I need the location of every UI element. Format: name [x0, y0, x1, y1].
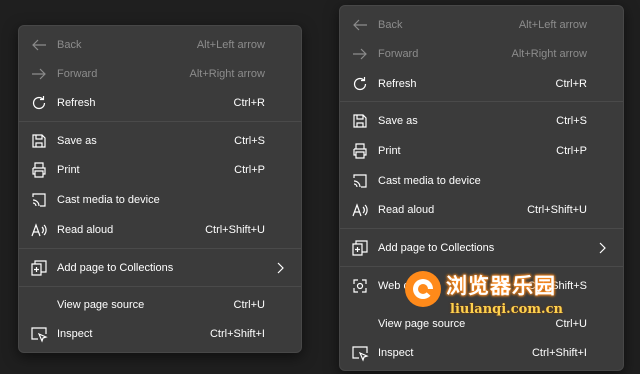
menu-item-label: Add page to Collections — [378, 242, 495, 254]
menu-item-cast[interactable]: Cast media to device — [19, 186, 301, 214]
menu-item-label: Save as — [378, 115, 418, 127]
menu-item-label: Inspect — [378, 347, 414, 359]
menu-item-shortcut: Alt+Right arrow — [511, 48, 587, 60]
menu-item-shortcut: Ctrl+P — [234, 164, 265, 176]
menu-item-collections[interactable]: Add page to Collections — [19, 254, 301, 282]
menu-item-shortcut: Alt+Left arrow — [196, 39, 265, 51]
inspect-icon — [30, 326, 48, 343]
arrow-right-icon — [351, 46, 369, 62]
menu-item-label: Back — [57, 39, 82, 51]
menu-item-print[interactable]: Print Ctrl+P — [340, 137, 623, 165]
inspect-icon — [351, 345, 369, 362]
menu-item-read-aloud[interactable]: Read aloud Ctrl+Shift+U — [340, 196, 623, 224]
refresh-icon — [351, 76, 369, 92]
menu-item-label: Read aloud — [57, 224, 114, 236]
menu-item-shortcut: Ctrl+S — [556, 115, 587, 127]
menu-item-shortcut: Ctrl+Shift+U — [527, 204, 587, 216]
cast-icon — [351, 173, 369, 189]
menu-item-shortcut: Ctrl+Shift+I — [531, 347, 587, 359]
menu-item-shortcut: Alt+Right arrow — [189, 68, 265, 80]
collections-icon — [351, 240, 369, 256]
menu-item-save-as[interactable]: Save as Ctrl+S — [340, 107, 623, 135]
menu-separator — [340, 228, 623, 229]
menu-item-shortcut: Ctrl+R — [555, 78, 587, 90]
menu-separator — [19, 121, 301, 122]
menu-item-back[interactable]: Back Alt+Left arrow — [19, 31, 301, 59]
menu-item-read-aloud[interactable]: Read aloud Ctrl+Shift+U — [19, 216, 301, 244]
menu-item-label: Refresh — [57, 97, 96, 109]
menu-item-label: Save as — [57, 135, 97, 147]
menu-item-label: Inspect — [57, 328, 93, 340]
printer-icon — [30, 162, 48, 178]
menu-item-label: Refresh — [378, 78, 417, 90]
menu-item-label: Forward — [378, 48, 419, 60]
menu-item-label: Cast media to device — [378, 175, 481, 187]
menu-item-inspect[interactable]: Inspect Ctrl+Shift+I — [340, 339, 623, 367]
menu-item-forward[interactable]: Forward Alt+Right arrow — [340, 40, 623, 68]
menu-item-label: Forward — [57, 68, 98, 80]
arrow-right-icon — [30, 66, 48, 82]
arrow-left-icon — [30, 37, 48, 53]
menu-item-print[interactable]: Print Ctrl+P — [19, 156, 301, 184]
menu-item-cast[interactable]: Cast media to device — [340, 167, 623, 195]
menu-item-forward[interactable]: Forward Alt+Right arrow — [19, 60, 301, 88]
menu-item-back[interactable]: Back Alt+Left arrow — [340, 11, 623, 39]
menu-item-inspect[interactable]: Inspect Ctrl+Shift+I — [19, 320, 301, 348]
menu-item-refresh[interactable]: Refresh Ctrl+R — [19, 89, 301, 117]
menu-item-view-source[interactable]: View page source Ctrl+U — [19, 291, 301, 319]
menu-item-shortcut: Ctrl+Shift+U — [205, 224, 265, 236]
arrow-left-icon — [351, 17, 369, 33]
save-icon — [351, 113, 369, 129]
menu-item-label: View page source — [57, 299, 145, 311]
refresh-icon — [30, 95, 48, 111]
printer-icon — [351, 143, 369, 159]
menu-item-refresh[interactable]: Refresh Ctrl+R — [340, 70, 623, 98]
web-capture-icon — [351, 278, 369, 294]
menu-item-label: Print — [57, 164, 80, 176]
menu-item-label: Back — [378, 19, 403, 31]
menu-item-shortcut: Ctrl+U — [233, 299, 265, 311]
menu-separator — [19, 286, 301, 287]
read-aloud-icon — [30, 222, 48, 238]
menu-item-label: Add page to Collections — [57, 262, 174, 274]
menu-item-shortcut: Alt+Left arrow — [518, 19, 587, 31]
chevron-right-icon — [277, 262, 284, 274]
menu-item-shortcut: Ctrl+P — [556, 145, 587, 157]
menu-separator — [19, 248, 301, 249]
read-aloud-icon — [351, 202, 369, 218]
menu-item-label: Print — [378, 145, 401, 157]
menu-item-shortcut: Ctrl+R — [233, 97, 265, 109]
menu-item-collections[interactable]: Add page to Collections — [340, 234, 623, 262]
menu-item-shortcut: Ctrl+S — [234, 135, 265, 147]
watermark: 浏览器乐园 liulanqi.com.cn — [402, 266, 592, 326]
watermark-title: 浏览器乐园 — [446, 274, 556, 298]
menu-item-label: Cast media to device — [57, 194, 160, 206]
menu-item-label: Read aloud — [378, 204, 435, 216]
save-icon — [30, 133, 48, 149]
watermark-logo-icon — [405, 271, 441, 307]
cast-icon — [30, 192, 48, 208]
collections-icon — [30, 260, 48, 276]
menu-separator — [340, 101, 623, 102]
menu-item-save-as[interactable]: Save as Ctrl+S — [19, 127, 301, 155]
chevron-right-icon — [599, 242, 606, 254]
menu-item-shortcut: Ctrl+Shift+I — [209, 328, 265, 340]
watermark-url: liulanqi.com.cn — [450, 302, 563, 317]
context-menu-left: Back Alt+Left arrow Forward Alt+Right ar… — [18, 25, 302, 353]
